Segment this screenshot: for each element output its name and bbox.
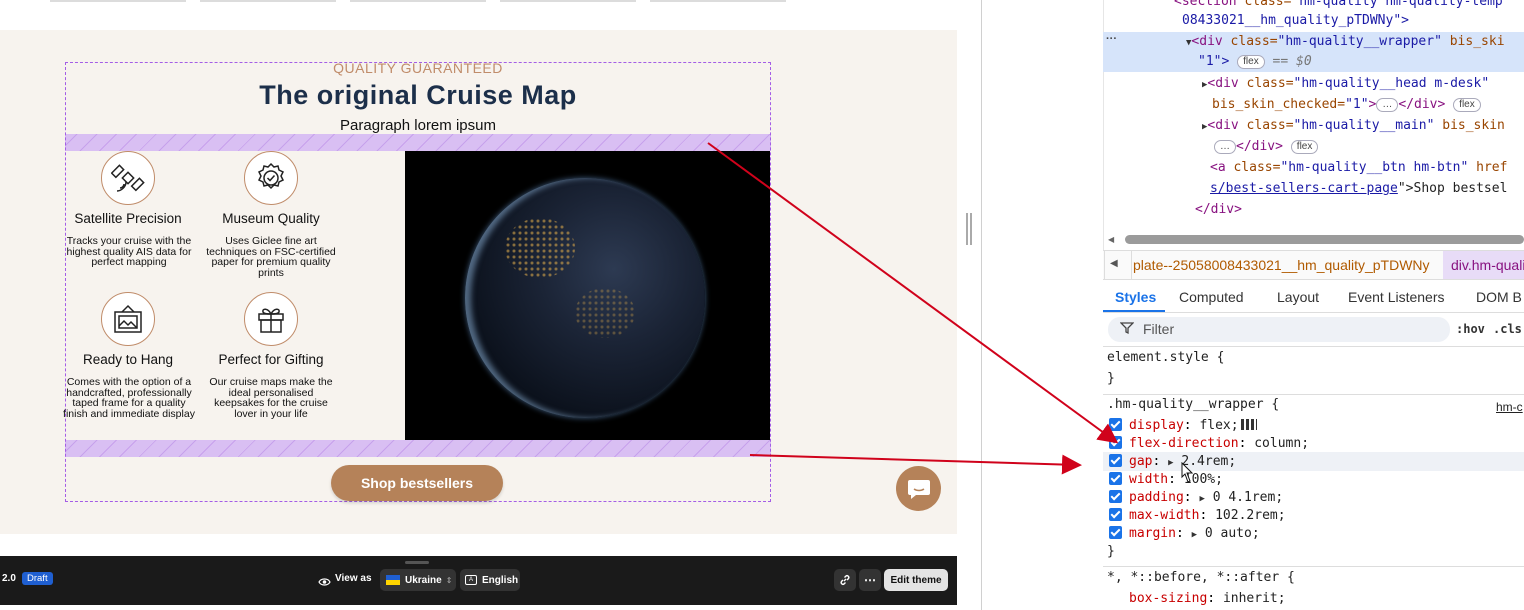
annotation-arrows: [707, 142, 1119, 475]
annotation-arrow: [749, 454, 1082, 475]
annotation-arrow: [707, 142, 1119, 444]
